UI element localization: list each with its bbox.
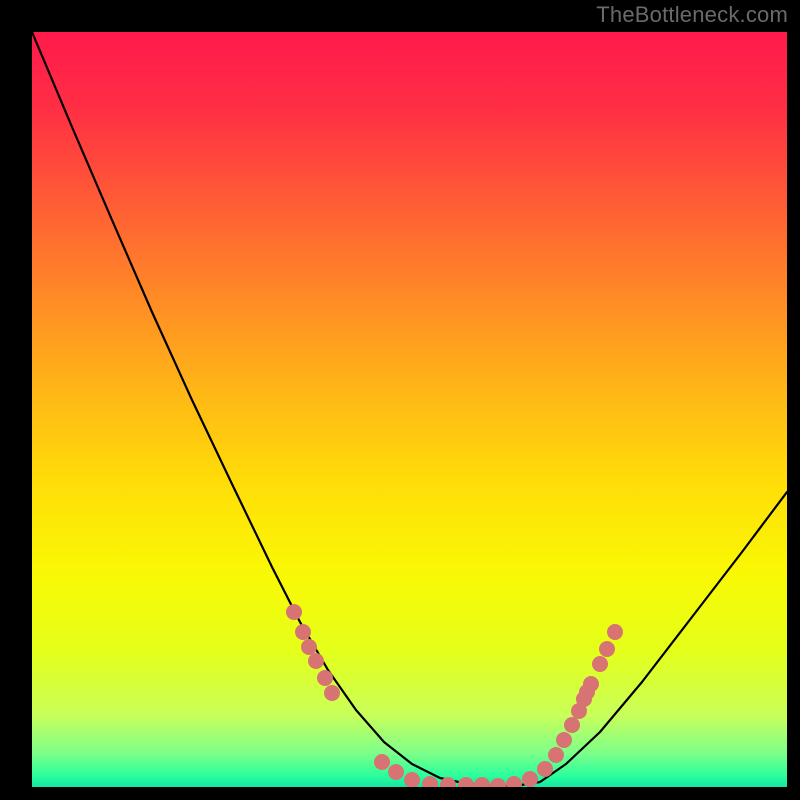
watermark-label: TheBottleneck.com bbox=[596, 2, 788, 28]
curve-marker bbox=[564, 717, 580, 733]
curve-marker bbox=[474, 777, 490, 787]
curve-marker bbox=[607, 624, 623, 640]
curve-marker bbox=[522, 771, 538, 787]
chart-root: TheBottleneck.com bbox=[0, 0, 800, 800]
curve-marker bbox=[490, 778, 506, 787]
curve-marker bbox=[506, 776, 522, 787]
curve-marker bbox=[548, 747, 564, 763]
curve-marker bbox=[458, 777, 474, 787]
curve-marker bbox=[599, 641, 615, 657]
curve-marker bbox=[579, 684, 595, 700]
curve-marker bbox=[295, 624, 311, 640]
bottleneck-curve bbox=[32, 32, 787, 786]
curve-marker bbox=[537, 761, 553, 777]
curve-marker bbox=[374, 754, 390, 770]
curve-marker bbox=[388, 764, 404, 780]
plot-area bbox=[32, 32, 787, 787]
curve-marker bbox=[324, 685, 340, 701]
curve-layer bbox=[32, 32, 787, 787]
curve-marker bbox=[308, 653, 324, 669]
curve-marker bbox=[422, 776, 438, 787]
curve-marker bbox=[592, 656, 608, 672]
curve-marker bbox=[317, 670, 333, 686]
curve-marker bbox=[286, 604, 302, 620]
curve-marker bbox=[301, 639, 317, 655]
curve-marker bbox=[404, 772, 420, 787]
curve-marker bbox=[556, 732, 572, 748]
marker-group bbox=[286, 604, 623, 787]
